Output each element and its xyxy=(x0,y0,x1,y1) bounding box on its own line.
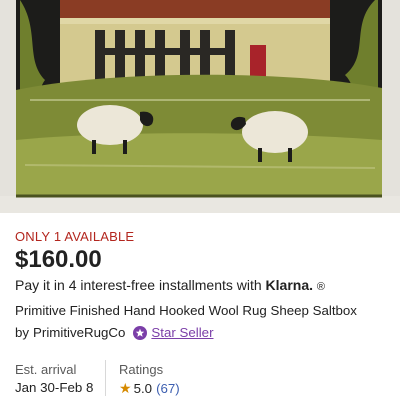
installments-text: Pay it in 4 interest-free installments w… xyxy=(15,277,262,293)
star-icon: ★ xyxy=(119,380,132,396)
ratings-summary[interactable]: ★ 5.0 (67) xyxy=(119,380,180,397)
info-icon[interactable]: ® xyxy=(317,281,325,293)
product-image[interactable] xyxy=(0,0,400,213)
price: $160.00 xyxy=(15,246,102,273)
star-seller-badge-icon xyxy=(133,325,148,340)
est-arrival-label: Est. arrival xyxy=(15,362,77,377)
est-arrival-value: Jan 30-Feb 8 xyxy=(15,380,94,395)
ratings-label: Ratings xyxy=(119,362,164,377)
availability-label: ONLY 1 AVAILABLE xyxy=(15,229,135,244)
installments-info[interactable]: Pay it in 4 interest-free installments w… xyxy=(15,277,325,293)
star-seller-link[interactable]: Star Seller xyxy=(151,325,213,340)
by-label: by xyxy=(15,325,30,340)
klarna-logo: Klarna. xyxy=(265,277,314,293)
divider xyxy=(105,360,106,396)
listing-title: Primitive Finished Hand Hooked Wool Rug … xyxy=(15,303,357,318)
seller-byline: by PrimitiveRugCo Star Seller xyxy=(15,325,214,340)
review-count-link[interactable]: (67) xyxy=(156,381,180,396)
rating-value: 5.0 xyxy=(133,381,153,396)
shop-name-link[interactable]: PrimitiveRugCo xyxy=(33,325,125,340)
rug-illustration xyxy=(0,0,400,213)
